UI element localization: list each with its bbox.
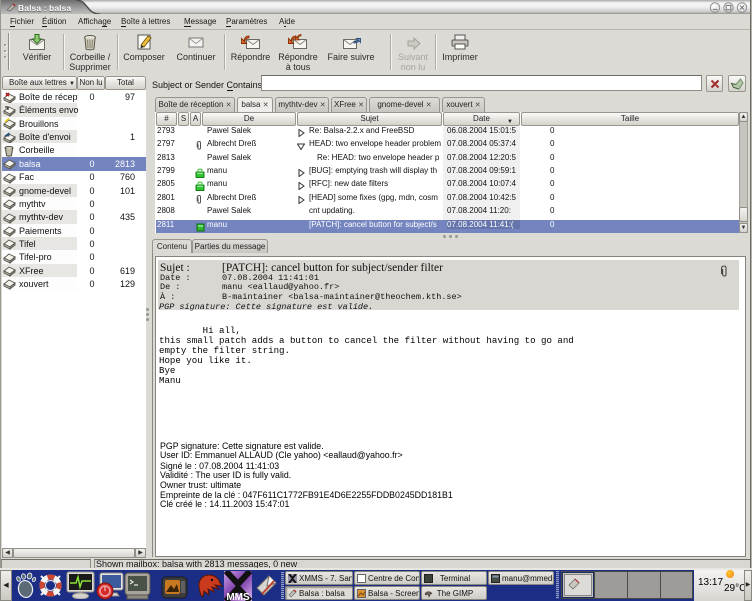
svg-text:MMS: MMS (226, 592, 250, 601)
